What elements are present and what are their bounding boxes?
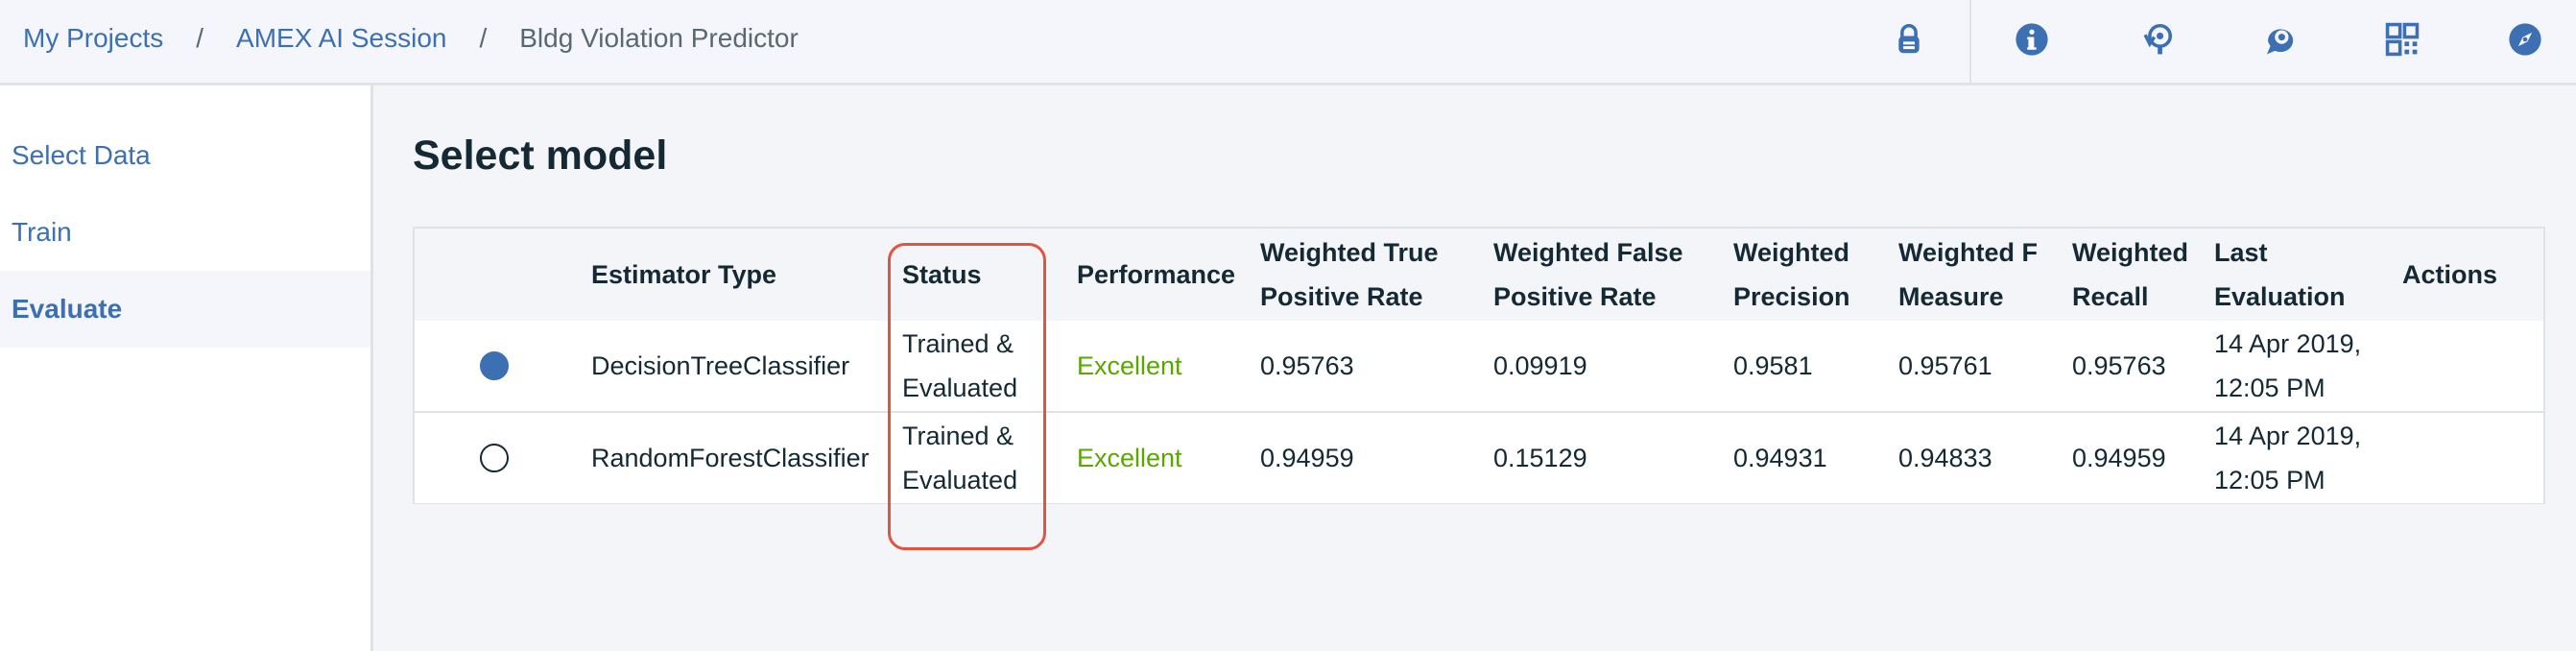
weighted-recall: 0.94959 [2072,444,2166,472]
col-last-evaluation[interactable]: Last Evaluation [2214,229,2368,321]
last-evaluation: 14 Apr 2019, 12:05 PM [2214,329,2362,402]
weighted-fpr: 0.15129 [1493,444,1587,472]
weighted-tpr: 0.94959 [1260,444,1354,472]
breadcrumb-separator: / [479,23,488,53]
breadcrumb-separator: / [196,23,204,53]
weighted-f-measure: 0.94833 [1898,444,1992,472]
estimator-type: DecisionTreeClassifier [591,351,850,380]
col-actions: Actions [2402,260,2498,289]
table-row[interactable]: DecisionTreeClassifier Trained & Evaluat… [415,321,2543,413]
col-weighted-f-measure[interactable]: Weighted F Measure [1898,229,2052,321]
top-bar: My Projects / AMEX AI Session / Bldg Vio… [0,0,2576,85]
col-status[interactable]: Status [902,229,982,321]
status: Trained & Evaluated [902,329,1018,402]
col-estimator-type[interactable]: Estimator Type [591,229,776,321]
performance: Excellent [1077,351,1182,380]
weighted-recall: 0.95763 [2072,351,2166,380]
weighted-precision: 0.94931 [1733,444,1827,472]
comment-icon[interactable] [2257,17,2302,61]
qr-code-icon[interactable] [2380,17,2424,61]
col-weighted-recall[interactable]: Weighted Recall [2072,229,2206,321]
row-select-radio[interactable] [480,444,509,472]
col-performance[interactable]: Performance [1077,229,1235,321]
table-row[interactable]: RandomForestClassifier Trained & Evaluat… [415,413,2543,503]
models-table: Estimator Type Status Performance Weight… [413,227,2545,504]
status: Trained & Evaluated [902,422,1018,494]
info-icon[interactable] [2010,17,2054,61]
row-select-radio[interactable] [480,351,509,380]
history-icon[interactable] [2135,17,2179,61]
header-divider [1969,0,1971,83]
col-weighted-fpr[interactable]: Weighted False Positive Rate [1493,229,1714,321]
weighted-fpr: 0.09919 [1493,351,1587,380]
weighted-f-measure: 0.95761 [1898,351,1992,380]
col-weighted-precision[interactable]: Weighted Precision [1733,229,1887,321]
left-nav: Select Data Train Evaluate [0,85,373,651]
last-evaluation: 14 Apr 2019, 12:05 PM [2214,422,2362,494]
lock-icon[interactable] [1887,17,1931,61]
page-title: Select model [413,133,668,179]
weighted-tpr: 0.95763 [1260,351,1354,380]
breadcrumb-my-projects[interactable]: My Projects [23,23,163,54]
col-weighted-tpr[interactable]: Weighted True Positive Rate [1260,229,1481,321]
compass-icon[interactable] [2503,17,2547,61]
nav-item-select-data[interactable]: Select Data [0,117,370,194]
estimator-type: RandomForestClassifier [591,444,870,472]
breadcrumb-current: Bldg Violation Predictor [519,23,799,53]
weighted-precision: 0.9581 [1733,351,1813,380]
breadcrumb: My Projects / AMEX AI Session / Bldg Vio… [23,0,799,77]
nav-item-evaluate[interactable]: Evaluate [0,271,370,348]
table-header: Estimator Type Status Performance Weight… [415,229,2543,323]
breadcrumb-project[interactable]: AMEX AI Session [236,23,446,54]
nav-item-train[interactable]: Train [0,194,370,271]
performance: Excellent [1077,444,1182,472]
